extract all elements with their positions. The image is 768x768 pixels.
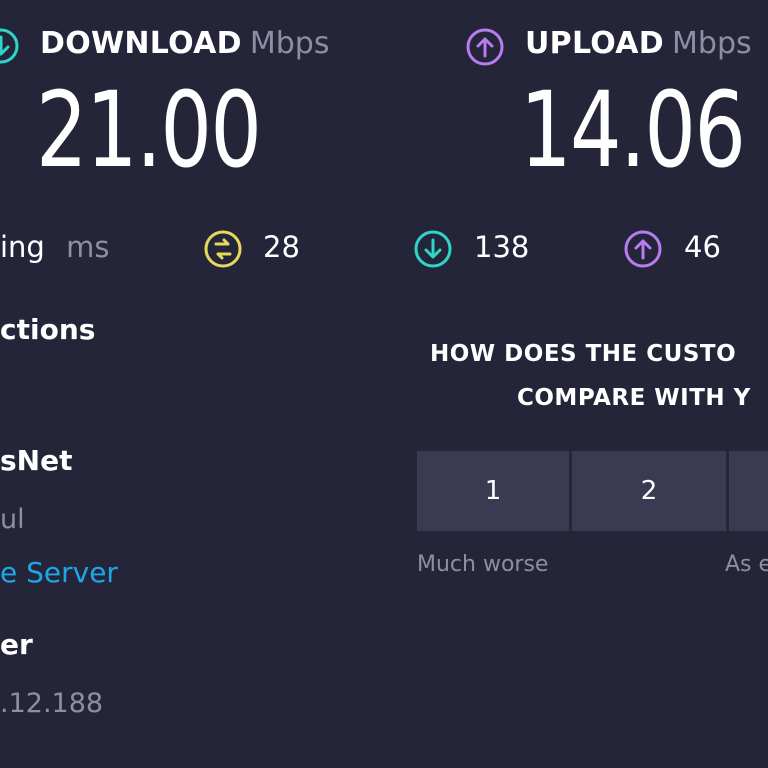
rating-button-2[interactable]: 2 bbox=[572, 451, 726, 531]
upload-icon bbox=[465, 27, 505, 67]
ping-label: ing ms bbox=[0, 230, 109, 264]
provider-name: sNet bbox=[0, 444, 73, 477]
download-label: DOWNLOAD bbox=[40, 26, 242, 61]
rating-button-1[interactable]: 1 bbox=[417, 451, 569, 531]
upload-latency-value: 46 bbox=[684, 230, 721, 264]
download-icon bbox=[0, 27, 20, 65]
change-server-link[interactable]: e Server bbox=[0, 556, 118, 589]
jitter-icon bbox=[203, 229, 243, 269]
scale-label-much-worse: Much worse bbox=[417, 552, 549, 577]
server-location: ul bbox=[0, 504, 25, 535]
server-title: er bbox=[0, 628, 33, 661]
download-header: DOWNLOAD Mbps bbox=[40, 26, 329, 61]
upload-latency-icon bbox=[623, 229, 663, 269]
download-latency-value: 138 bbox=[474, 230, 530, 264]
upload-header: UPLOAD Mbps bbox=[525, 26, 752, 61]
upload-label: UPLOAD bbox=[525, 26, 665, 61]
scale-label-as-expected: As e bbox=[725, 552, 768, 577]
ip-address: .12.188 bbox=[0, 688, 104, 719]
connections-title: ctions bbox=[0, 313, 96, 346]
survey-question-line1: HOW DOES THE CUSTO bbox=[430, 341, 737, 367]
survey-question-line2: COMPARE WITH Y bbox=[517, 385, 751, 411]
download-unit: Mbps bbox=[249, 26, 330, 61]
download-latency-icon bbox=[413, 229, 453, 269]
speedtest-results-panel: DOWNLOAD Mbps 21.00 UPLOAD Mbps 14.06 ing … bbox=[0, 0, 768, 768]
ping-label-text: ing bbox=[0, 230, 45, 264]
download-value: 21.00 bbox=[36, 69, 262, 191]
jitter-value: 28 bbox=[263, 230, 300, 264]
rating-button-3-partial[interactable] bbox=[729, 451, 768, 531]
upload-unit: Mbps bbox=[672, 26, 752, 61]
ping-unit: ms bbox=[66, 230, 110, 264]
upload-value: 14.06 bbox=[520, 69, 746, 191]
